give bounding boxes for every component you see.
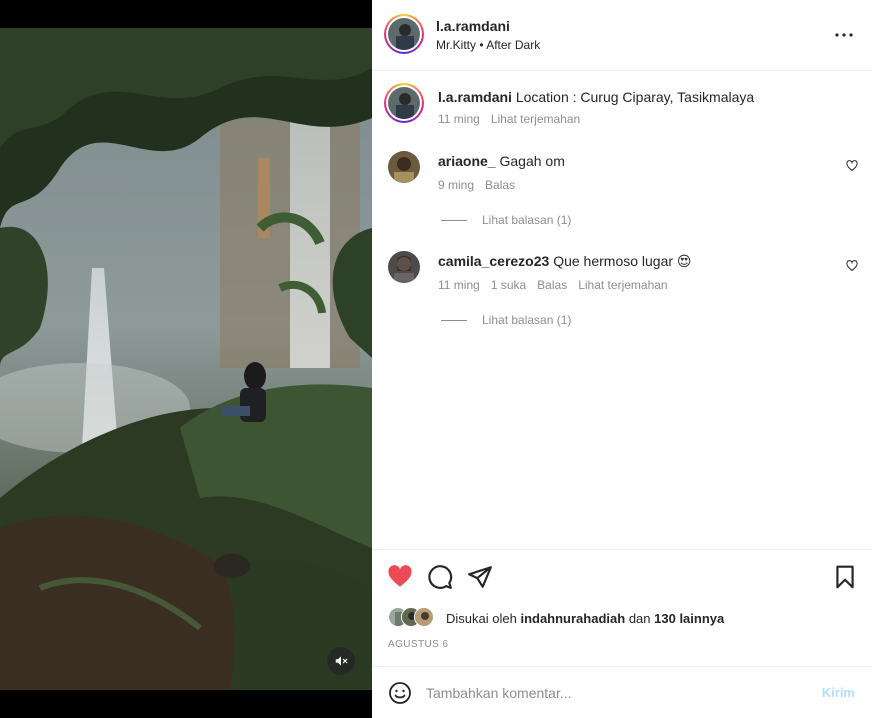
caption-avatar[interactable]: [384, 83, 424, 123]
audio-track[interactable]: Mr.Kitty • After Dark: [436, 38, 540, 52]
replies-line: [441, 219, 467, 221]
comment-username[interactable]: camila_cerezo23: [438, 253, 549, 269]
comment-text: ariaone_ Gagah om: [438, 153, 565, 169]
caption-username[interactable]: l.a.ramdani: [438, 89, 512, 105]
post-actions: Disukai oleh indahnurahadiah dan 130 lai…: [372, 549, 872, 666]
post-media[interactable]: [0, 0, 372, 718]
reply-button[interactable]: Balas: [537, 278, 567, 292]
bookmark-icon[interactable]: [832, 564, 858, 590]
post-date[interactable]: AGUSTUS 6: [388, 639, 448, 650]
comment-text: camila_cerezo23 Que hermoso lugar 😍: [438, 253, 692, 270]
caption-time[interactable]: 11 ming: [438, 112, 480, 126]
comment-likes[interactable]: 1 suka: [491, 278, 526, 292]
comment-body: Que hermoso lugar 😍: [553, 253, 692, 269]
caption-translate-button[interactable]: Lihat terjemahan: [491, 112, 580, 126]
post-comment-button[interactable]: Kirim: [822, 685, 855, 700]
view-replies-button[interactable]: Lihat balasan (1): [441, 313, 571, 327]
likes-others[interactable]: 130 lainnya: [654, 611, 724, 626]
caption-meta: 11 ming Lihat terjemahan: [438, 112, 580, 126]
comment-body: Gagah om: [499, 153, 565, 169]
view-replies-label: Lihat balasan (1): [482, 313, 572, 327]
more-horizontal-icon[interactable]: [834, 26, 854, 44]
heart-filled-icon[interactable]: [387, 564, 413, 590]
waterfall-photo: [0, 28, 372, 690]
comment-meta: 9 ming Balas: [438, 178, 515, 192]
post-panel: l.a.ramdani Mr.Kitty • After Dark l.a.ra…: [372, 0, 872, 718]
replies-line: [441, 319, 467, 321]
caption-body: Location : Curug Ciparay, Tasikmalaya: [515, 89, 755, 105]
post-header: l.a.ramdani Mr.Kitty • After Dark: [372, 0, 872, 71]
comments-section: l.a.ramdani Location : Curug Ciparay, Ta…: [372, 71, 872, 549]
emoji-icon[interactable]: [388, 681, 412, 705]
comment-avatar[interactable]: [388, 251, 420, 283]
likes-summary: Disukai oleh indahnurahadiah dan 130 lai…: [388, 607, 724, 629]
send-icon[interactable]: [467, 564, 493, 590]
mute-button[interactable]: [327, 647, 355, 675]
likes-prefix: Disukai oleh: [446, 610, 517, 626]
speaker-muted-icon: [335, 656, 348, 666]
view-replies-label: Lihat balasan (1): [482, 213, 572, 227]
likes-user[interactable]: indahnurahadiah: [520, 611, 625, 626]
view-replies-button[interactable]: Lihat balasan (1): [441, 213, 571, 227]
comment-input[interactable]: [426, 682, 806, 704]
likes-joiner: dan: [628, 610, 651, 626]
comment-avatar[interactable]: [388, 151, 420, 183]
comment-time[interactable]: 11 ming: [438, 278, 480, 292]
liker-avatar: [414, 607, 434, 627]
translate-button[interactable]: Lihat terjemahan: [578, 278, 667, 292]
comment-icon[interactable]: [427, 564, 453, 590]
reply-button[interactable]: Balas: [485, 178, 515, 192]
heart-outline-icon[interactable]: [846, 160, 858, 172]
heart-outline-icon[interactable]: [846, 260, 858, 272]
author-username[interactable]: l.a.ramdani: [436, 18, 510, 34]
comment-username[interactable]: ariaone_: [438, 153, 496, 169]
add-comment-bar: Kirim: [372, 666, 872, 718]
comment-meta: 11 ming 1 suka Balas Lihat terjemahan: [438, 278, 668, 292]
author-avatar[interactable]: [384, 14, 424, 54]
comment-time[interactable]: 9 ming: [438, 178, 474, 192]
caption-text: l.a.ramdani Location : Curug Ciparay, Ta…: [438, 89, 754, 105]
liker-avatars[interactable]: [388, 607, 444, 629]
